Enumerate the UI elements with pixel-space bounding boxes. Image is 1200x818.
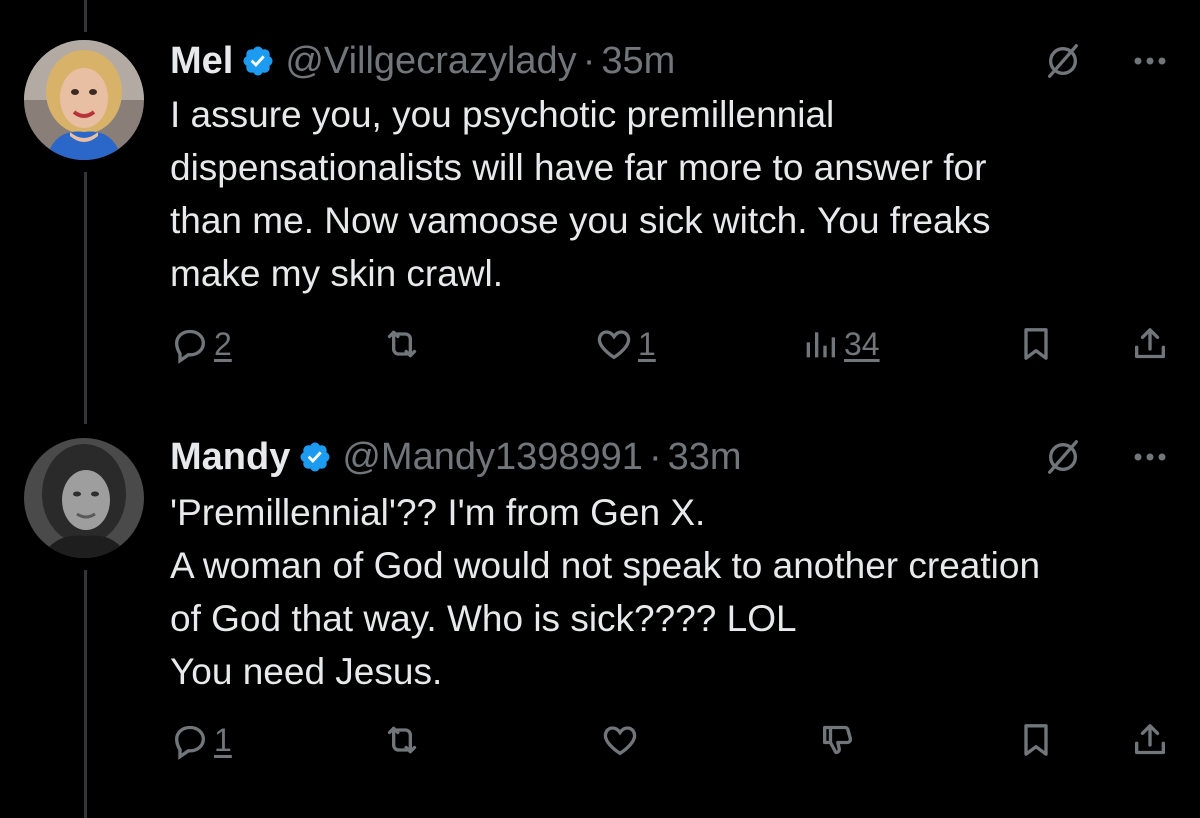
downvote-button[interactable] (818, 716, 858, 764)
user-handle[interactable]: @Mandy1398991 (342, 436, 643, 479)
separator-dot: · (582, 39, 596, 82)
tweet-text: I assure you, you psychotic premillennia… (170, 94, 991, 294)
bookmark-button[interactable] (1016, 320, 1056, 368)
reply-count: 1 (214, 721, 232, 758)
avatar-mel[interactable] (24, 40, 144, 160)
tweet-actions: 2 1 34 (170, 320, 1180, 368)
tweet-mandy[interactable]: Mandy @Mandy1398991 · 33m 'Premillennial… (0, 410, 1200, 818)
share-button[interactable] (1130, 320, 1170, 368)
bookmark-button[interactable] (1016, 716, 1056, 764)
thumbs-down-icon (823, 725, 853, 755)
tweet-header: Mel @Villgecrazylady · 35m (170, 38, 1170, 84)
views-count: 34 (844, 325, 880, 362)
share-icon (1135, 724, 1165, 755)
more-dots-icon[interactable] (1130, 42, 1170, 80)
avatar-mandy-image (24, 438, 144, 558)
tweet-header: Mandy @Mandy1398991 · 33m (170, 434, 1170, 480)
more-dots-icon[interactable] (1130, 438, 1170, 476)
timestamp[interactable]: 33m (668, 436, 742, 479)
reply-count: 2 (214, 325, 232, 362)
heart-icon (603, 726, 637, 756)
heart-icon (597, 330, 631, 360)
repost-button[interactable] (382, 716, 422, 764)
display-name[interactable]: Mel (170, 40, 233, 83)
grok-icon[interactable] (1044, 42, 1082, 80)
like-count: 1 (638, 325, 656, 362)
tweet-text: 'Premillennial'?? I'm from Gen X. A woma… (170, 492, 1041, 692)
verified-badge-icon (243, 46, 273, 76)
avatar-mel-image (24, 40, 144, 160)
tweet-actions: 1 (170, 716, 1180, 764)
reply-icon (174, 725, 206, 760)
repost-button[interactable] (382, 320, 422, 368)
like-button[interactable]: 1 (594, 320, 656, 368)
user-handle[interactable]: @Villgecrazylady (285, 40, 576, 83)
separator-dot: · (648, 435, 662, 478)
tweet-mel[interactable]: Mel @Villgecrazylady · 35m I assure you,… (0, 0, 1200, 410)
bookmark-icon (1024, 328, 1048, 360)
timestamp[interactable]: 35m (601, 40, 675, 83)
share-icon (1135, 328, 1165, 359)
bookmark-icon (1024, 724, 1048, 756)
grok-icon[interactable] (1044, 438, 1082, 476)
display-name[interactable]: Mandy (170, 436, 290, 479)
repost-icon (387, 726, 417, 754)
repost-icon (387, 330, 417, 358)
verified-badge-icon (300, 442, 330, 472)
share-button[interactable] (1130, 716, 1170, 764)
reply-button[interactable]: 2 (170, 320, 232, 368)
reply-button[interactable]: 1 (170, 716, 232, 764)
avatar-mandy[interactable] (24, 438, 144, 558)
views-bar-chart-icon (806, 332, 835, 358)
like-button[interactable] (600, 716, 640, 764)
reply-icon (174, 329, 206, 364)
views-button[interactable]: 34 (800, 320, 880, 368)
